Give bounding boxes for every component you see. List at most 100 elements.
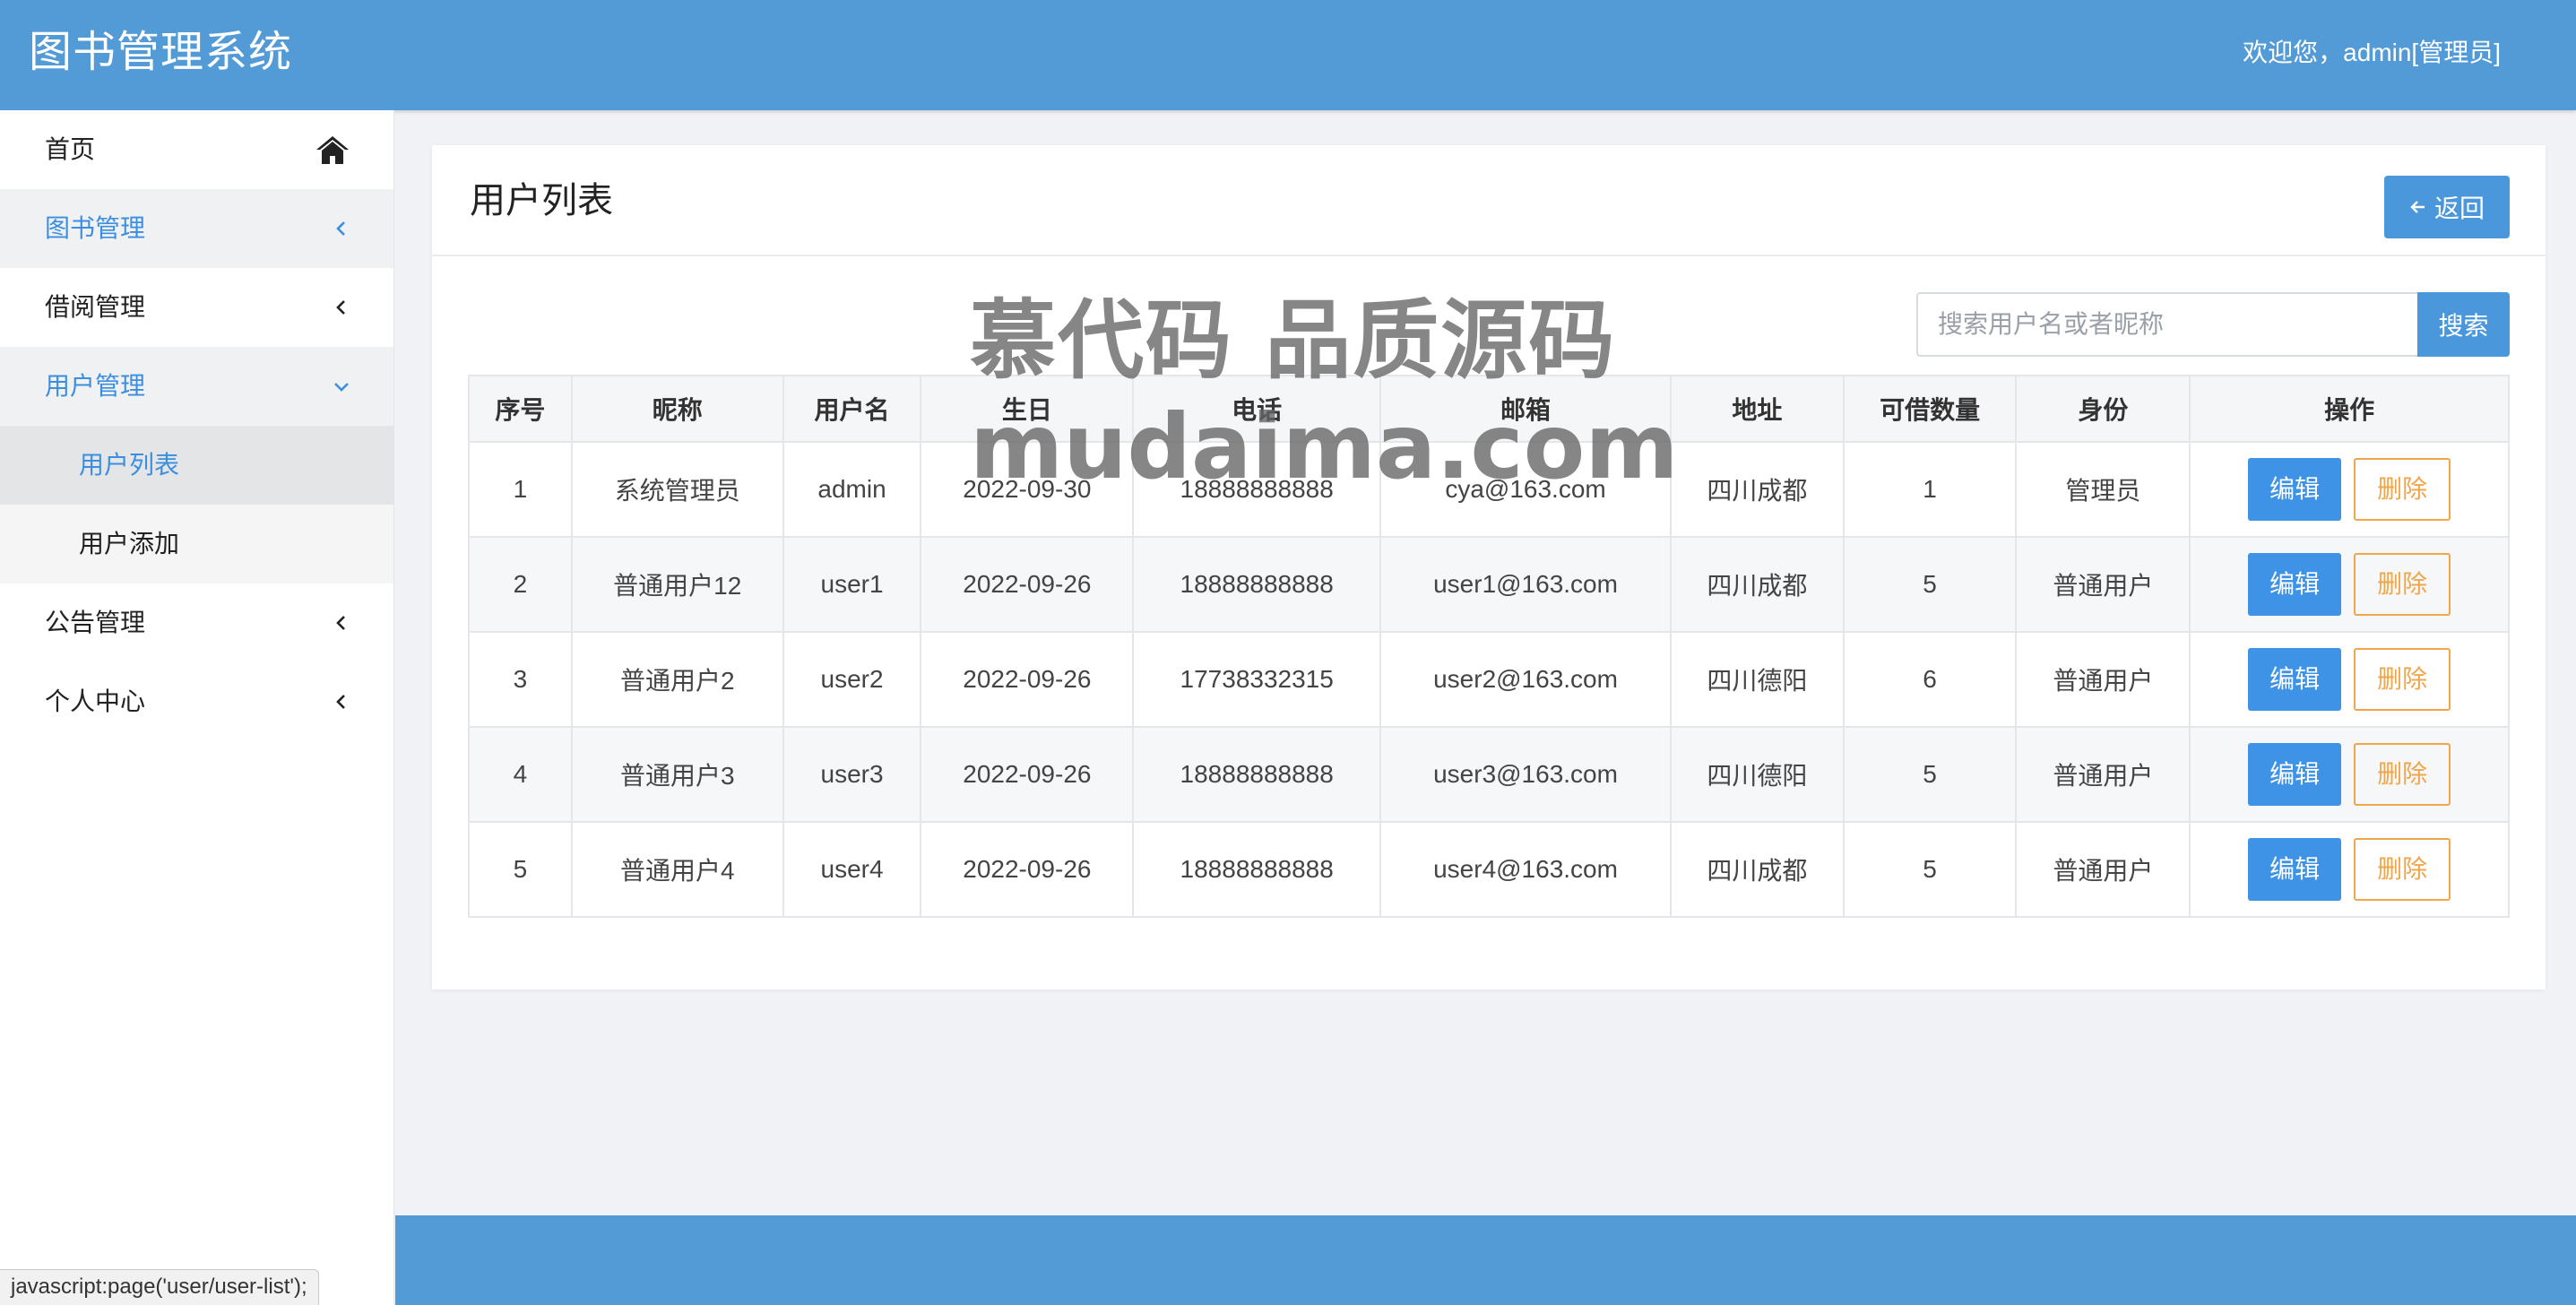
table-cell: user1@163.com <box>1379 536 1672 633</box>
search-input[interactable] <box>1916 292 2418 357</box>
table-row: 2 普通用户12 user1 2022-09-26 18888888888 us… <box>468 536 2510 633</box>
table-cell: 3 <box>468 631 573 728</box>
table-cell: cya@163.com <box>1379 441 1672 538</box>
table-row: 1 系统管理员 admin 2022-09-30 18888888888 cya… <box>468 441 2510 538</box>
table-cell: 2022-09-26 <box>920 631 1135 728</box>
actions-cell: 编辑 删除 <box>2189 726 2510 823</box>
table-cell: 18888888888 <box>1132 726 1382 823</box>
sidebar-subitem-user-list[interactable]: 用户列表 <box>0 426 393 505</box>
table-cell: 2022-09-26 <box>920 726 1135 823</box>
column-header: 用户名 <box>782 375 922 443</box>
footer-bar <box>395 1215 2576 1305</box>
sidebar-item-label: 公告管理 <box>45 609 146 636</box>
sidebar-item-home[interactable]: 首页 <box>0 110 393 189</box>
column-header: 序号 <box>468 375 573 443</box>
edit-button[interactable]: 编辑 <box>2248 648 2342 711</box>
actions-cell: 编辑 删除 <box>2189 821 2510 918</box>
table-cell: 2 <box>468 536 573 633</box>
table-cell: 18888888888 <box>1132 536 1382 633</box>
delete-button[interactable]: 删除 <box>2354 743 2451 806</box>
table-cell: 四川成都 <box>1669 536 1845 633</box>
table-cell: 普通用户 <box>2015 631 2191 728</box>
sidebar-item-borrow[interactable]: 借阅管理 <box>0 268 393 347</box>
table-cell: 普通用户2 <box>570 631 784 728</box>
sidebar-item-notices[interactable]: 公告管理 <box>0 583 393 662</box>
column-header: 昵称 <box>570 375 784 443</box>
table-cell: user3 <box>782 726 922 823</box>
table-cell: 普通用户 <box>2015 536 2191 633</box>
table-cell: user4@163.com <box>1379 821 1672 918</box>
edit-button[interactable]: 编辑 <box>2248 743 2342 806</box>
column-header: 操作 <box>2189 375 2510 443</box>
table-cell: admin <box>782 441 922 538</box>
arrow-left-icon <box>2410 201 2425 213</box>
table-cell: 四川德阳 <box>1669 631 1845 728</box>
column-header: 生日 <box>920 375 1135 443</box>
column-header: 邮箱 <box>1379 375 1672 443</box>
actions-cell: 编辑 删除 <box>2189 441 2510 538</box>
table-cell: 管理员 <box>2015 441 2191 538</box>
chevron-left-icon <box>333 189 350 268</box>
table-cell: 18888888888 <box>1132 441 1382 538</box>
sidebar-item-books[interactable]: 图书管理 <box>0 189 393 268</box>
table-cell: user4 <box>782 821 922 918</box>
sidebar-item-users[interactable]: 用户管理 <box>0 347 393 426</box>
chevron-left-icon <box>333 662 350 741</box>
sidebar-item-label: 用户管理 <box>45 372 146 400</box>
table-cell: 普通用户3 <box>570 726 784 823</box>
table-cell: user3@163.com <box>1379 726 1672 823</box>
back-button[interactable]: 返回 <box>2384 176 2510 238</box>
table-cell: 四川成都 <box>1669 821 1845 918</box>
sidebar-item-label: 图书管理 <box>45 214 146 242</box>
table-row: 3 普通用户2 user2 2022-09-26 17738332315 use… <box>468 631 2510 728</box>
sidebar-item-profile[interactable]: 个人中心 <box>0 662 393 741</box>
table-cell: 普通用户 <box>2015 726 2191 823</box>
table-cell: 2022-09-26 <box>920 536 1135 633</box>
table-cell: 4 <box>468 726 573 823</box>
table-cell: 6 <box>1842 631 2018 728</box>
column-header: 电话 <box>1132 375 1382 443</box>
edit-button[interactable]: 编辑 <box>2248 458 2342 521</box>
table-header-row: 序号 昵称 用户名 生日 电话 邮箱 地址 可借数量 身份 操作 <box>468 375 2510 443</box>
table-cell: 系统管理员 <box>570 441 784 538</box>
delete-button[interactable]: 删除 <box>2354 838 2451 901</box>
edit-button[interactable]: 编辑 <box>2248 553 2342 616</box>
app-title: 图书管理系统 <box>29 29 293 76</box>
user-table: 序号 昵称 用户名 生日 电话 邮箱 地址 可借数量 身份 操作 1 系统管理员… <box>468 375 2510 918</box>
sidebar-item-label: 用户列表 <box>79 451 180 479</box>
table-cell: 5 <box>1842 821 2018 918</box>
search-button[interactable]: 搜索 <box>2417 292 2510 357</box>
table-row: 5 普通用户4 user4 2022-09-26 18888888888 use… <box>468 821 2510 918</box>
delete-button[interactable]: 删除 <box>2354 458 2451 521</box>
chevron-left-icon <box>333 583 350 662</box>
sidebar-item-label: 借阅管理 <box>45 293 146 321</box>
table-cell: 2022-09-26 <box>920 821 1135 918</box>
table-cell: 5 <box>468 821 573 918</box>
edit-button[interactable]: 编辑 <box>2248 838 2342 901</box>
table-cell: user2@163.com <box>1379 631 1672 728</box>
table-cell: 2022-09-30 <box>920 441 1135 538</box>
table-cell: 1 <box>1842 441 2018 538</box>
table-cell: 普通用户12 <box>570 536 784 633</box>
sidebar-item-label: 个人中心 <box>45 687 146 715</box>
sidebar-subitem-user-add[interactable]: 用户添加 <box>0 505 393 583</box>
actions-cell: 编辑 删除 <box>2189 536 2510 633</box>
page-title: 用户列表 <box>470 181 613 220</box>
table-cell: 5 <box>1842 536 2018 633</box>
column-header: 可借数量 <box>1842 375 2018 443</box>
chevron-left-icon <box>333 268 350 347</box>
table-cell: 四川成都 <box>1669 441 1845 538</box>
table-cell: 普通用户4 <box>570 821 784 918</box>
table-cell: 17738332315 <box>1132 631 1382 728</box>
sidebar: 首页 图书管理 借阅管理 用户管理 用户列表 用户添加 公告管理 个人中心 <box>0 110 394 1305</box>
delete-button[interactable]: 删除 <box>2354 648 2451 711</box>
column-header: 身份 <box>2015 375 2191 443</box>
welcome-user-text[interactable]: 欢迎您，admin[管理员] <box>2243 0 2501 106</box>
table-row: 4 普通用户3 user3 2022-09-26 18888888888 use… <box>468 726 2510 823</box>
delete-button[interactable]: 删除 <box>2354 553 2451 616</box>
chevron-down-icon <box>333 347 350 426</box>
card-header: 用户列表 返回 <box>432 145 2546 256</box>
table-cell: 5 <box>1842 726 2018 823</box>
column-header: 地址 <box>1669 375 1845 443</box>
home-icon <box>315 110 350 189</box>
